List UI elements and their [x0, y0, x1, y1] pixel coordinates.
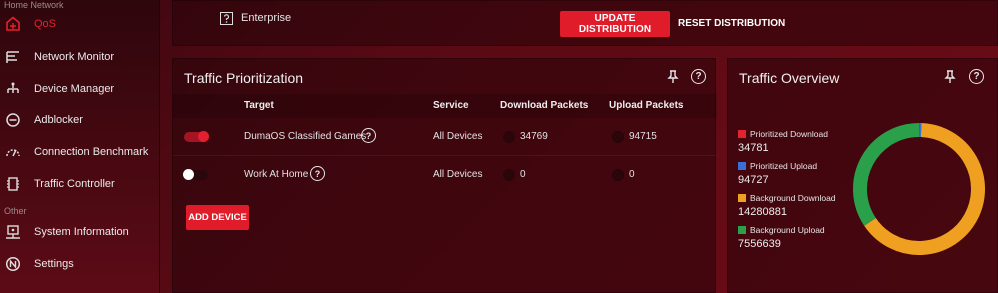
column-header-target: Target [244, 100, 274, 111]
legend-swatch [738, 226, 746, 234]
distribution-card: Enterprise UPDATE DISTRIBUTION RESET DIS… [172, 0, 998, 46]
service-value: All Devices [433, 169, 483, 180]
system-information-icon [5, 224, 21, 240]
legend-label: Background Download [750, 193, 836, 203]
sidebar-item-label: Adblocker [34, 114, 83, 126]
column-header-service: Service [433, 100, 469, 111]
table-header: Target Service Download Packets Upload P… [173, 94, 717, 118]
network-monitor-icon [5, 49, 21, 65]
traffic-donut-chart [853, 123, 985, 255]
traffic-prioritization-card: Traffic Prioritization ? Target Service … [172, 58, 717, 293]
sidebar-item-label: QoS [34, 18, 57, 30]
legend-swatch [738, 194, 746, 202]
toggle-knob [198, 131, 209, 142]
sidebar-section-other: Other [4, 206, 27, 216]
help-icon[interactable]: ? [310, 166, 325, 181]
table-row: DumaOS Classified Games ? All Devices 34… [173, 119, 717, 156]
upload-packets: 94715 [629, 131, 657, 142]
table-row: Work At Home ? All Devices 0 0 [173, 157, 717, 194]
enterprise-label: Enterprise [241, 12, 292, 24]
sidebar-item-system-information[interactable]: System Information [0, 218, 160, 246]
qos-icon [5, 16, 21, 32]
device-manager-icon [5, 81, 21, 97]
legend-label: Prioritized Download [750, 129, 828, 139]
service-value: All Devices [433, 131, 483, 142]
sidebar-item-label: Device Manager [34, 83, 115, 95]
toggle-knob [183, 169, 194, 180]
upload-status-dot [612, 131, 624, 143]
target-name: DumaOS Classified Games [244, 131, 367, 142]
add-device-button[interactable]: ADD DEVICE [186, 205, 249, 230]
pin-icon[interactable] [944, 70, 956, 84]
reset-distribution-button[interactable]: RESET DISTRIBUTION [678, 11, 785, 37]
sidebar-item-qos[interactable]: QoS [0, 10, 160, 38]
sidebar-item-adblocker[interactable]: Adblocker [0, 106, 160, 134]
help-icon[interactable]: ? [969, 69, 984, 84]
donut-slice-background-upload [853, 123, 920, 226]
sidebar-item-network-monitor[interactable]: Network Monitor [0, 43, 160, 71]
priority-toggle[interactable] [184, 131, 209, 142]
column-header-upload: Upload Packets [609, 100, 684, 111]
benchmark-gauge-icon [5, 144, 21, 160]
sidebar-section-home: Home Network [4, 0, 64, 10]
sidebar-item-traffic-controller[interactable]: Traffic Controller [0, 170, 160, 198]
upload-status-dot [612, 169, 624, 181]
priority-toggle[interactable] [183, 169, 208, 180]
sidebar-item-settings[interactable]: Settings [0, 250, 160, 278]
sidebar-item-device-manager[interactable]: Device Manager [0, 75, 160, 103]
traffic-controller-icon [5, 176, 21, 192]
sidebar-item-label: Traffic Controller [34, 178, 115, 190]
update-distribution-button[interactable]: UPDATE DISTRIBUTION [560, 11, 670, 37]
download-status-dot [503, 169, 515, 181]
legend-swatch [738, 162, 746, 170]
sidebar-item-label: Network Monitor [34, 51, 115, 63]
traffic-overview-card: Traffic Overview ? Prioritized Download … [727, 58, 998, 293]
sidebar-item-connection-benchmark[interactable]: Connection Benchmark [0, 138, 160, 166]
legend-label: Prioritized Upload [750, 161, 818, 171]
traffic-overview-title: Traffic Overview [739, 70, 840, 86]
sidebar: Home Network QoS Network Monitor Device … [0, 0, 160, 293]
settings-icon [5, 256, 21, 272]
sidebar-item-label: System Information [34, 226, 129, 238]
legend-value: 94727 [738, 174, 769, 186]
help-icon[interactable]: ? [691, 69, 706, 84]
legend-swatch [738, 130, 746, 138]
enterprise-help-icon [220, 12, 233, 25]
pin-icon[interactable] [667, 70, 679, 84]
sidebar-item-label: Settings [34, 258, 74, 270]
legend-label: Background Upload [750, 225, 825, 235]
download-packets: 34769 [520, 131, 548, 142]
legend-value: 14280881 [738, 206, 787, 218]
download-packets: 0 [520, 169, 526, 180]
target-name: Work At Home [244, 169, 309, 180]
traffic-prioritization-title: Traffic Prioritization [184, 70, 304, 86]
column-header-download: Download Packets [500, 100, 589, 111]
download-status-dot [503, 131, 515, 143]
upload-packets: 0 [629, 169, 635, 180]
legend-value: 34781 [738, 142, 769, 154]
help-icon[interactable]: ? [361, 128, 376, 143]
legend-value: 7556639 [738, 238, 781, 250]
adblocker-icon [5, 112, 21, 128]
sidebar-item-label: Connection Benchmark [34, 146, 149, 158]
